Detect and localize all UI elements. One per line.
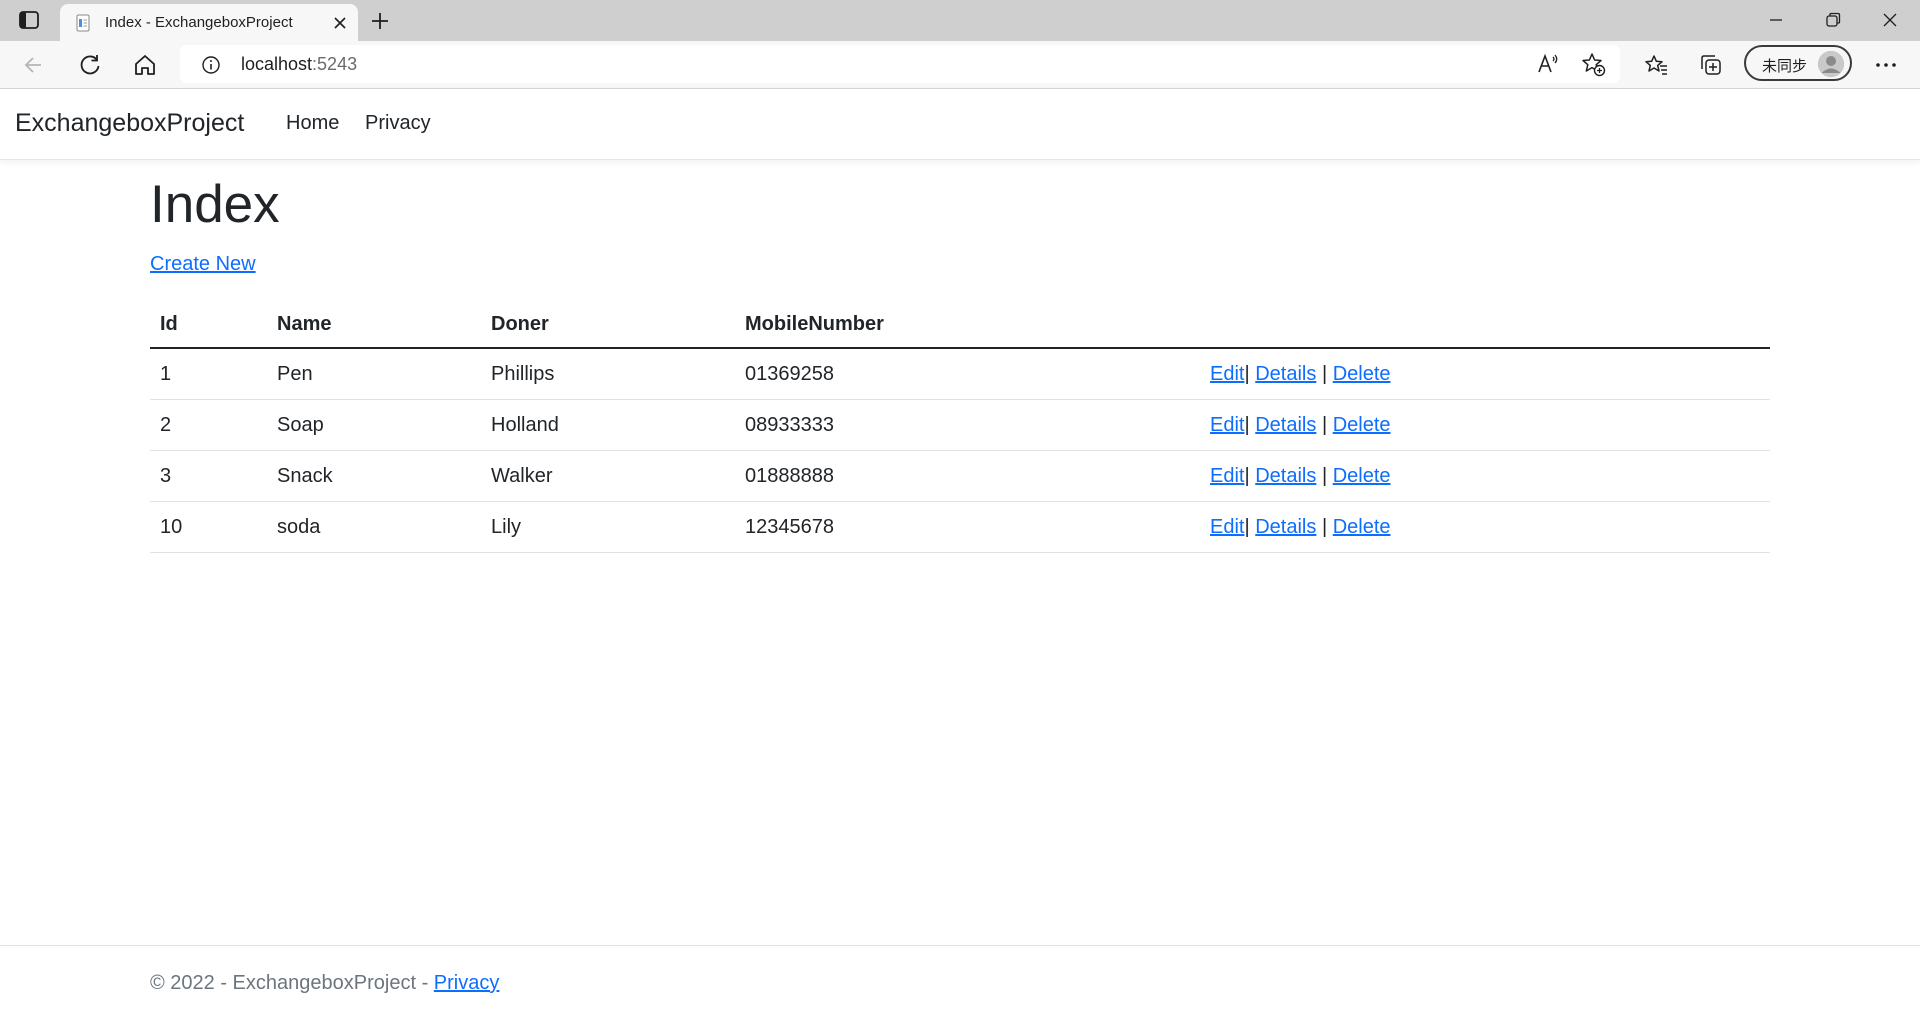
site-navbar: ExchangeboxProject Home Privacy — [0, 89, 1920, 160]
cell-actions: Edit| Details | Delete — [1200, 399, 1770, 451]
back-icon[interactable] — [21, 52, 47, 78]
action-separator: | — [1321, 464, 1328, 487]
restore-icon[interactable] — [1821, 8, 1845, 32]
home-icon[interactable] — [132, 52, 158, 78]
browser-toolbar: localhost:5243 未同步 — [0, 41, 1920, 89]
delete-link[interactable]: Delete — [1333, 414, 1391, 436]
footer-copyright: © 2022 - ExchangeboxProject - — [150, 972, 434, 994]
table-row: 3 Snack Walker 01888888 Edit| Details | Dele… — [150, 450, 1770, 502]
edit-link[interactable]: Edit — [1210, 414, 1244, 436]
details-link[interactable]: Details — [1255, 414, 1316, 436]
table-header-row: Id Name Doner MobileNumber — [150, 302, 1770, 349]
column-header-actions — [1200, 302, 1770, 349]
action-separator: | — [1244, 464, 1250, 487]
column-header-mobile: MobileNumber — [735, 302, 1200, 349]
refresh-icon[interactable] — [77, 52, 103, 78]
cell-mobile: 08933333 — [735, 399, 1200, 451]
create-new-link[interactable]: Create New — [150, 253, 256, 276]
edit-link[interactable]: Edit — [1210, 516, 1244, 538]
table-row: 2 Soap Holland 08933333 Edit| Details | Dele… — [150, 399, 1770, 451]
address-bar[interactable]: localhost:5243 — [180, 45, 1620, 83]
cell-mobile: 12345678 — [735, 501, 1200, 553]
info-icon[interactable] — [201, 55, 221, 75]
edit-link[interactable]: Edit — [1210, 465, 1244, 487]
collections-icon[interactable] — [1698, 52, 1724, 78]
action-separator: | — [1321, 362, 1328, 385]
browser-tabstrip: Index - ExchangeboxProject — [0, 0, 1920, 41]
action-separator: | — [1321, 515, 1328, 538]
read-aloud-icon[interactable] — [1535, 51, 1561, 77]
close-icon[interactable] — [332, 15, 348, 31]
nav-link-privacy[interactable]: Privacy — [365, 112, 431, 135]
url-host: localhost — [241, 54, 313, 74]
cell-id: 10 — [150, 501, 267, 553]
close-window-icon[interactable] — [1878, 8, 1902, 32]
cell-mobile: 01888888 — [735, 450, 1200, 502]
cell-doner: Phillips — [481, 348, 735, 400]
sidebar-toggle-icon[interactable] — [18, 10, 40, 30]
brand-link[interactable]: ExchangeboxProject — [15, 109, 244, 138]
cell-actions: Edit| Details | Delete — [1200, 348, 1770, 400]
delete-link[interactable]: Delete — [1333, 465, 1391, 487]
delete-link[interactable]: Delete — [1333, 516, 1391, 538]
page-title: Index — [150, 175, 280, 234]
table-row: 10 soda Lily 12345678 Edit| Details | Delete — [150, 501, 1770, 553]
cell-actions: Edit| Details | Delete — [1200, 450, 1770, 502]
browser-tab-active[interactable]: Index - ExchangeboxProject — [60, 4, 358, 41]
cell-doner: Holland — [481, 399, 735, 451]
action-separator: | — [1244, 413, 1250, 436]
cell-mobile: 01369258 — [735, 348, 1200, 400]
cell-actions: Edit| Details | Delete — [1200, 501, 1770, 553]
url-text[interactable]: localhost:5243 — [241, 54, 357, 75]
add-favorite-icon[interactable] — [1580, 51, 1606, 77]
site-footer: © 2022 - ExchangeboxProject - Privacy — [0, 945, 1920, 1020]
table-row: 1 Pen Phillips 01369258 Edit| Details | Dele… — [150, 348, 1770, 400]
footer-privacy-link[interactable]: Privacy — [434, 972, 500, 994]
footer-text: © 2022 - ExchangeboxProject - Privacy — [150, 972, 499, 995]
details-link[interactable]: Details — [1255, 516, 1316, 538]
cell-name: Pen — [267, 348, 481, 400]
action-separator: | — [1321, 413, 1328, 436]
cell-id: 3 — [150, 450, 267, 502]
url-port: :5243 — [312, 54, 358, 74]
column-header-doner: Doner — [481, 302, 735, 349]
profile-sync-label: 未同步 — [1762, 57, 1808, 75]
tab-title: Index - ExchangeboxProject — [105, 14, 293, 31]
action-separator: | — [1244, 515, 1250, 538]
cell-name: Soap — [267, 399, 481, 451]
delete-link[interactable]: Delete — [1333, 363, 1391, 385]
cell-doner: Walker — [481, 450, 735, 502]
avatar-icon — [1818, 51, 1844, 77]
cell-name: soda — [267, 501, 481, 553]
page-favicon-icon — [76, 14, 90, 32]
column-header-id: Id — [150, 302, 267, 349]
minimize-icon[interactable] — [1764, 8, 1788, 32]
favorites-icon[interactable] — [1643, 52, 1669, 78]
more-icon[interactable] — [1873, 52, 1899, 78]
action-separator: | — [1244, 362, 1250, 385]
profile-button[interactable]: 未同步 — [1744, 45, 1852, 81]
cell-name: Snack — [267, 450, 481, 502]
nav-link-home[interactable]: Home — [286, 112, 339, 135]
cell-doner: Lily — [481, 501, 735, 553]
details-link[interactable]: Details — [1255, 465, 1316, 487]
cell-id: 2 — [150, 399, 267, 451]
cell-id: 1 — [150, 348, 267, 400]
edit-link[interactable]: Edit — [1210, 363, 1244, 385]
details-link[interactable]: Details — [1255, 363, 1316, 385]
plus-icon[interactable] — [368, 9, 392, 33]
column-header-name: Name — [267, 302, 481, 349]
items-table: Id Name Doner MobileNumber 1 Pen Phillips 0… — [150, 302, 1770, 553]
table-body: 1 Pen Phillips 01369258 Edit| Details | Dele… — [150, 348, 1770, 553]
